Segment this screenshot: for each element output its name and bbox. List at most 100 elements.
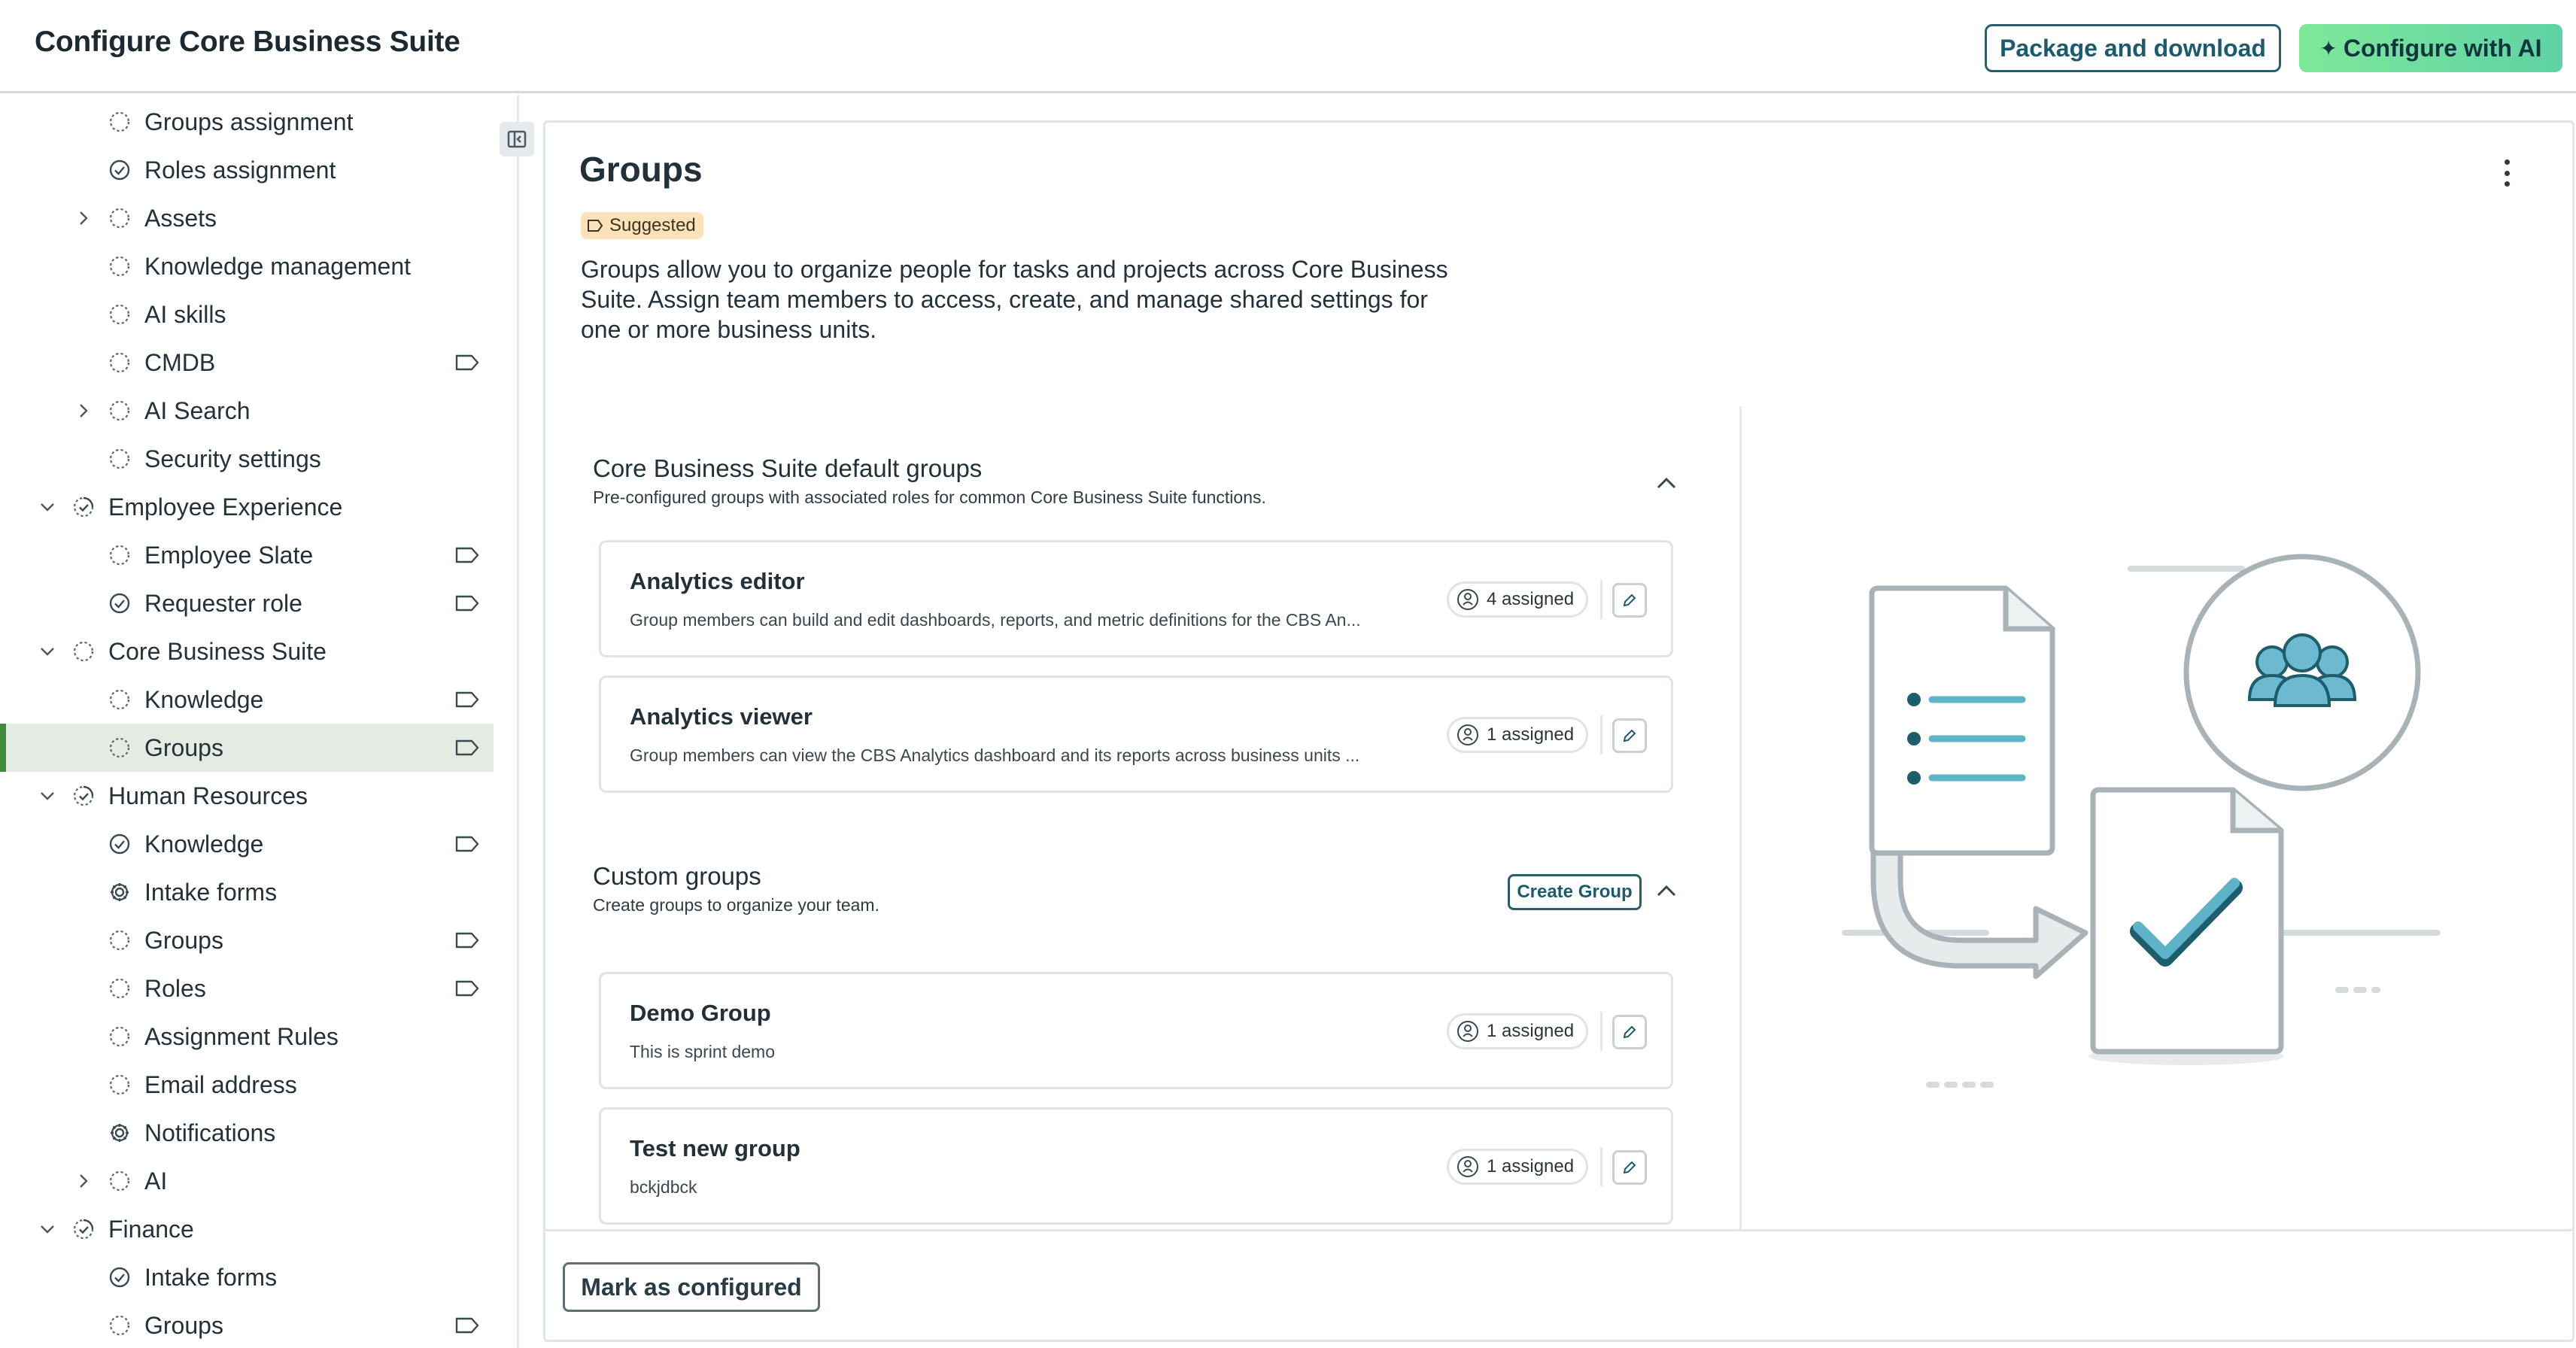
tag-icon	[588, 220, 603, 232]
collapse-sidebar-button[interactable]	[500, 122, 534, 156]
sidebar-item-roles-assignment[interactable]: Roles assignment	[0, 146, 494, 194]
chevron-down-icon[interactable]	[38, 1219, 57, 1239]
pending-icon	[109, 352, 130, 373]
pending-icon	[109, 448, 130, 469]
pencil-icon	[1623, 1025, 1636, 1039]
edit-group-button[interactable]	[1612, 1015, 1647, 1049]
edit-group-button[interactable]	[1612, 583, 1647, 618]
divider	[1600, 1147, 1602, 1186]
sidebar-item-core-business-suite[interactable]: Core Business Suite	[0, 627, 494, 676]
suggested-badge-label: Suggested	[609, 215, 696, 235]
chevron-right-icon[interactable]	[74, 1171, 93, 1191]
edit-group-button[interactable]	[1612, 1150, 1647, 1185]
tag-icon	[455, 739, 479, 756]
completed-icon	[109, 1267, 130, 1288]
assigned-count-badge[interactable]: 1 assigned	[1447, 1013, 1589, 1049]
sidebar-item-groups[interactable]: Groups	[0, 1301, 494, 1348]
sidebar-item-finance[interactable]: Finance	[0, 1205, 494, 1253]
chevron-down-icon[interactable]	[38, 642, 57, 661]
assigned-count-badge[interactable]: 4 assigned	[1447, 581, 1589, 618]
sidebar-item-employee-experience[interactable]: Employee Experience	[0, 483, 494, 531]
sidebar-item-human-resources[interactable]: Human Resources	[0, 772, 494, 820]
group-card-test-new-group[interactable]: Test new group bckjdbck 1 assigned	[599, 1107, 1673, 1225]
sidebar-item-intake-forms[interactable]: Intake forms	[0, 868, 494, 916]
chevron-right-icon[interactable]	[74, 401, 93, 420]
group-card-analytics-editor[interactable]: Analytics editor Group members can build…	[599, 540, 1673, 657]
sidebar-item-groups-assignment[interactable]: Groups assignment	[0, 98, 494, 146]
sidebar-item-cmdb[interactable]: CMDB	[0, 339, 494, 387]
partial-icon	[73, 496, 94, 518]
group-card-description: bckjdbck	[630, 1177, 697, 1197]
sidebar-item-ai[interactable]: AI	[0, 1157, 494, 1205]
sidebar-item-employee-slate[interactable]: Employee Slate	[0, 531, 494, 579]
group-card-demo-group[interactable]: Demo Group This is sprint demo 1 assigne…	[599, 972, 1673, 1089]
sidebar-item-requester-role[interactable]: Requester role	[0, 579, 494, 627]
sidebar-item-assets[interactable]: Assets	[0, 194, 494, 242]
chevron-right-icon[interactable]	[74, 208, 93, 228]
pending-icon	[109, 978, 130, 999]
sidebar-item-ai-search[interactable]: AI Search	[0, 387, 494, 435]
pencil-icon	[1623, 594, 1636, 607]
sidebar-item-label: Groups	[144, 926, 223, 954]
sidebar-item-label: Knowledge	[144, 685, 264, 713]
sidebar-item-label: Security settings	[144, 445, 321, 472]
chevron-down-icon[interactable]	[38, 497, 57, 517]
configure-with-ai-button[interactable]: ✦ Configure with AI	[2299, 24, 2562, 72]
sidebar-item-label: Human Resources	[108, 782, 308, 809]
package-and-download-button[interactable]: Package and download	[1985, 24, 2281, 72]
edit-group-button[interactable]	[1612, 718, 1647, 753]
pending-icon	[109, 256, 130, 277]
default-groups-title: Core Business Suite default groups	[593, 454, 983, 482]
sidebar-item-label: AI skills	[144, 300, 226, 328]
assigned-count-label: 4 assigned	[1487, 589, 1575, 609]
sidebar-item-label: Roles	[144, 974, 206, 1002]
sidebar-item-groups[interactable]: Groups	[0, 724, 494, 772]
sidebar-item-knowledge[interactable]: Knowledge	[0, 820, 494, 868]
sidebar-item-label: Groups	[144, 733, 223, 761]
tag-icon	[455, 1317, 479, 1334]
sidebar-item-intake-forms[interactable]: Intake forms	[0, 1253, 494, 1301]
mark-as-configured-button[interactable]: Mark as configured	[563, 1262, 820, 1312]
sidebar-item-label: Groups assignment	[144, 108, 354, 135]
collapse-custom-groups-icon[interactable]	[1655, 883, 1678, 898]
sidebar-item-label: CMDB	[144, 348, 216, 376]
sidebar-item-email-address[interactable]: Email address	[0, 1061, 494, 1109]
sidebar-item-label: AI Search	[144, 396, 251, 424]
page-description: Groups allow you to organize people for …	[581, 256, 1448, 343]
footer-divider	[543, 1229, 2574, 1231]
pending-icon	[109, 1074, 130, 1095]
tag-icon	[455, 932, 479, 949]
group-card-description: Group members can view the CBS Analytics…	[630, 745, 1360, 765]
sidebar-item-label: Intake forms	[144, 1263, 278, 1291]
assigned-count-badge[interactable]: 1 assigned	[1447, 1149, 1589, 1185]
assigned-count-badge[interactable]: 1 assigned	[1447, 717, 1589, 753]
sidebar-item-label: Groups	[144, 1311, 223, 1339]
sidebar-item-notifications[interactable]: Notifications	[0, 1109, 494, 1157]
group-card-title: Analytics viewer	[630, 703, 813, 730]
default-groups-subtitle: Pre-configured groups with associated ro…	[593, 487, 1266, 507]
content-divider	[1739, 406, 1742, 1231]
sparkle-icon: ✦	[2319, 36, 2338, 60]
sidebar-item-roles[interactable]: Roles	[0, 964, 494, 1013]
sidebar-item-assignment-rules[interactable]: Assignment Rules	[0, 1013, 494, 1061]
tag-icon	[455, 836, 479, 852]
pending-icon	[109, 545, 130, 566]
chevron-down-icon[interactable]	[38, 786, 57, 806]
collapse-default-groups-icon[interactable]	[1655, 475, 1678, 490]
sidebar-item-security-settings[interactable]: Security settings	[0, 435, 494, 483]
pending-icon	[109, 111, 130, 132]
group-card-title: Test new group	[630, 1135, 800, 1161]
group-card-description: This is sprint demo	[630, 1042, 776, 1061]
sidebar-item-groups[interactable]: Groups	[0, 916, 494, 964]
pending-icon	[109, 737, 130, 758]
group-card-analytics-viewer[interactable]: Analytics viewer Group members can view …	[599, 676, 1673, 793]
sidebar-item-knowledge-management[interactable]: Knowledge management	[0, 242, 494, 290]
create-group-button[interactable]: Create Group	[1508, 874, 1642, 910]
sidebar-item-knowledge[interactable]: Knowledge	[0, 676, 494, 724]
tag-icon	[455, 980, 479, 997]
pending-icon	[109, 208, 130, 229]
assigned-count-label: 1 assigned	[1487, 724, 1575, 745]
sidebar-item-ai-skills[interactable]: AI skills	[0, 290, 494, 339]
more-options-icon[interactable]	[2498, 159, 2516, 187]
group-card-description: Group members can build and edit dashboa…	[630, 610, 1361, 630]
